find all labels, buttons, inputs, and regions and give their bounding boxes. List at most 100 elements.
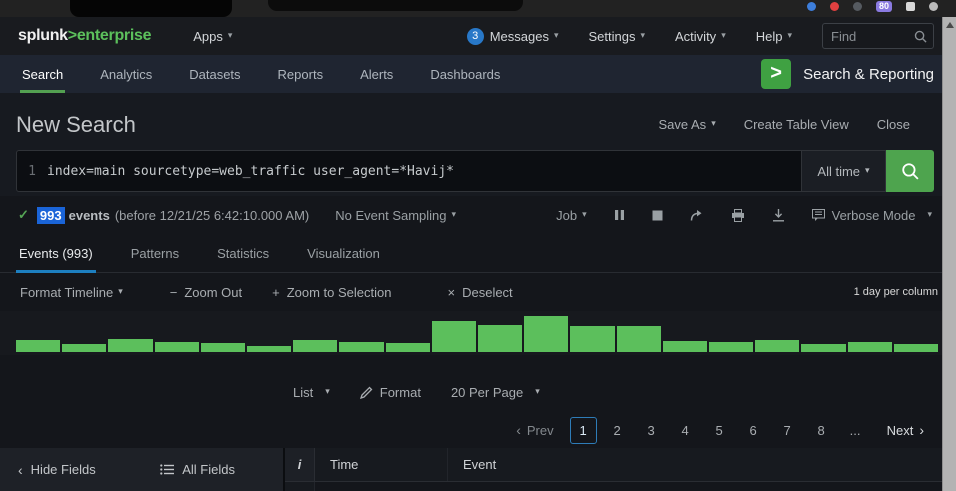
zoom-out-button[interactable]: −Zoom Out bbox=[170, 285, 242, 300]
line-number: 1 bbox=[17, 164, 47, 179]
settings-menu[interactable]: Settings▾ bbox=[589, 29, 646, 44]
page-button-3[interactable]: 3 bbox=[638, 417, 665, 444]
timeline-bar[interactable] bbox=[755, 340, 799, 352]
extension-icon[interactable] bbox=[906, 2, 915, 11]
time-range-picker[interactable]: All time▾ bbox=[802, 150, 886, 192]
nav-item-analytics[interactable]: Analytics bbox=[98, 55, 154, 93]
extension-icon[interactable] bbox=[807, 2, 816, 11]
event-timeline-histogram[interactable] bbox=[0, 311, 956, 355]
export-button[interactable] bbox=[772, 209, 785, 222]
pencil-icon bbox=[360, 386, 373, 399]
messages-menu[interactable]: 3 Messages▾ bbox=[467, 28, 559, 45]
activity-menu[interactable]: Activity▾ bbox=[675, 29, 726, 44]
stop-button[interactable] bbox=[652, 210, 663, 221]
format-timeline-menu[interactable]: Format Timeline▾ bbox=[20, 285, 123, 300]
column-scale-label: 1 day per column bbox=[854, 286, 938, 298]
nav-item-dashboards[interactable]: Dashboards bbox=[428, 55, 502, 93]
timeline-bar[interactable] bbox=[709, 342, 753, 352]
timeline-bar[interactable] bbox=[617, 326, 661, 352]
list-view-menu[interactable]: List▾ bbox=[293, 385, 330, 400]
extension-icon[interactable] bbox=[853, 2, 862, 11]
browser-tab-secondary[interactable] bbox=[268, 0, 523, 11]
page-button-6[interactable]: 6 bbox=[740, 417, 767, 444]
nav-item-reports[interactable]: Reports bbox=[276, 55, 326, 93]
next-page-button[interactable]: Next› bbox=[887, 422, 924, 438]
browser-chrome-strip: 80 bbox=[0, 0, 956, 17]
query-text[interactable]: index=main sourcetype=web_traffic user_a… bbox=[47, 164, 454, 179]
timeline-bar[interactable] bbox=[201, 343, 245, 352]
search-reporting-app-icon[interactable]: > bbox=[761, 59, 791, 89]
close-button[interactable]: Close bbox=[877, 117, 910, 132]
browser-tab[interactable] bbox=[70, 0, 232, 17]
timeline-bar[interactable] bbox=[108, 339, 152, 352]
save-as-button[interactable]: Save As▾ bbox=[658, 117, 715, 132]
results-tab-events-993[interactable]: Events (993) bbox=[16, 234, 96, 272]
chevron-down-icon: ▾ bbox=[927, 209, 932, 220]
results-tab-visualization[interactable]: Visualization bbox=[304, 234, 383, 272]
scroll-up-arrow-icon[interactable] bbox=[946, 22, 954, 28]
timeline-bar[interactable] bbox=[432, 321, 476, 352]
create-table-view-button[interactable]: Create Table View bbox=[744, 117, 849, 132]
chevron-down-icon: ▾ bbox=[118, 286, 123, 297]
nav-item-alerts[interactable]: Alerts bbox=[358, 55, 395, 93]
timeline-bar[interactable] bbox=[16, 340, 60, 352]
page-button-1[interactable]: 1 bbox=[570, 417, 597, 444]
results-tab-patterns[interactable]: Patterns bbox=[128, 234, 182, 272]
page-button-4[interactable]: 4 bbox=[672, 417, 699, 444]
help-menu[interactable]: Help▾ bbox=[756, 29, 792, 44]
find-search-box[interactable] bbox=[822, 23, 934, 49]
results-tabs: Events (993) Patterns Statistics Visualizat… bbox=[0, 234, 956, 273]
apps-menu[interactable]: Apps▾ bbox=[193, 29, 232, 44]
all-fields-button[interactable]: All Fields bbox=[160, 462, 235, 477]
page-button-2[interactable]: 2 bbox=[604, 417, 631, 444]
info-column-stub bbox=[285, 482, 315, 491]
hide-fields-button[interactable]: ‹ Hide Fields bbox=[18, 462, 96, 478]
timeline-bar[interactable] bbox=[524, 316, 568, 352]
chevron-down-icon: ▾ bbox=[325, 386, 330, 397]
nav-item-datasets[interactable]: Datasets bbox=[187, 55, 242, 93]
splunk-topbar: splunk>enterprise Apps▾ 3 Messages▾ Sett… bbox=[0, 17, 956, 55]
chevron-down-icon: ▾ bbox=[452, 209, 457, 220]
find-input[interactable] bbox=[831, 29, 914, 44]
zoom-to-selection-button[interactable]: +Zoom to Selection bbox=[272, 285, 391, 300]
nav-item-search[interactable]: Search bbox=[20, 55, 65, 93]
share-button[interactable] bbox=[690, 209, 704, 222]
messages-count-badge: 3 bbox=[467, 28, 484, 45]
timeline-bar[interactable] bbox=[848, 342, 892, 352]
record-icon[interactable] bbox=[830, 2, 839, 11]
timeline-bar[interactable] bbox=[247, 346, 291, 352]
deselect-button[interactable]: ×Deselect bbox=[448, 285, 513, 300]
timeline-bar[interactable] bbox=[801, 344, 845, 352]
timeline-bar[interactable] bbox=[62, 344, 106, 352]
job-menu[interactable]: Job▾ bbox=[556, 208, 587, 223]
search-query-input[interactable]: 1 index=main sourcetype=web_traffic user… bbox=[16, 150, 802, 192]
extension-badge[interactable]: 80 bbox=[876, 1, 892, 12]
event-sampling-menu[interactable]: No Event Sampling▾ bbox=[335, 208, 456, 223]
page-button-8[interactable]: 8 bbox=[808, 417, 835, 444]
splunk-logo[interactable]: splunk>enterprise bbox=[18, 27, 151, 45]
profile-avatar[interactable] bbox=[929, 2, 938, 11]
timeline-bar[interactable] bbox=[293, 340, 337, 352]
pagination: ‹Prev 12345678... Next› bbox=[0, 412, 956, 448]
page-button-5[interactable]: 5 bbox=[706, 417, 733, 444]
events-word: events bbox=[69, 208, 110, 223]
per-page-menu[interactable]: 20 Per Page▾ bbox=[451, 385, 540, 400]
timeline-bar[interactable] bbox=[386, 343, 430, 352]
timeline-bar[interactable] bbox=[894, 344, 938, 352]
print-button[interactable] bbox=[731, 209, 745, 222]
chevron-down-icon: ▾ bbox=[535, 386, 540, 397]
pause-button[interactable] bbox=[614, 209, 625, 221]
timeline-bar[interactable] bbox=[339, 342, 383, 352]
results-tab-statistics[interactable]: Statistics bbox=[214, 234, 272, 272]
prev-page-button[interactable]: ‹Prev bbox=[516, 422, 553, 438]
vertical-scrollbar[interactable] bbox=[942, 17, 956, 491]
timeline-bar[interactable] bbox=[478, 325, 522, 352]
search-mode-menu[interactable]: Verbose Mode▾ bbox=[812, 208, 932, 223]
page-button-7[interactable]: 7 bbox=[774, 417, 801, 444]
run-search-button[interactable] bbox=[886, 150, 934, 192]
timeline-bar[interactable] bbox=[155, 342, 199, 352]
timeline-bar[interactable] bbox=[663, 341, 707, 352]
format-menu[interactable]: Format bbox=[360, 385, 421, 400]
timeline-bar[interactable] bbox=[570, 326, 614, 352]
close-icon: × bbox=[448, 285, 456, 300]
